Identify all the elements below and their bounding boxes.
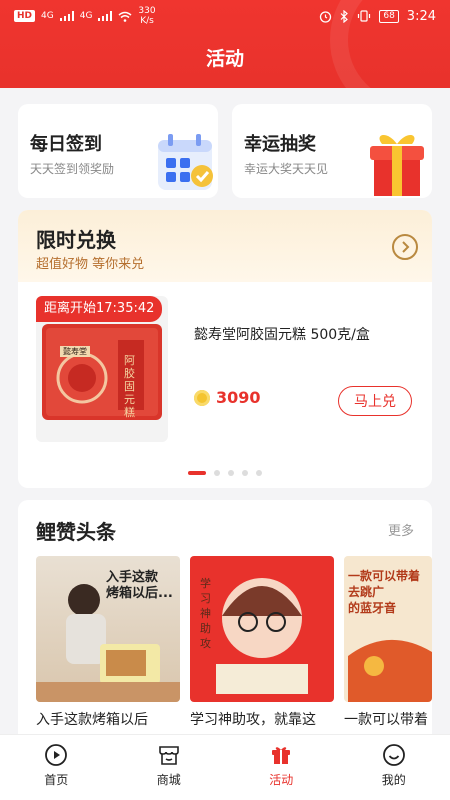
lucky-draw-subtitle: 幸运大奖天天见 [244,162,329,176]
calendar-check-icon [158,134,213,190]
status-bar: HD 4G 4G 330 K/s 68 3:24 [0,0,450,32]
daily-checkin-subtitle: 天天签到领奖励 [30,162,115,176]
signal-bars-icon [59,11,74,21]
vibrate-icon [358,10,371,22]
carousel-dot[interactable] [214,470,220,476]
product-box-text: 阿胶固元糕 [124,354,135,419]
daily-checkin-card[interactable]: 每日签到 天天签到领奖励 [18,104,218,198]
carousel-indicator [18,470,432,476]
exchange-title: 限时兑换 [36,228,116,252]
product-price: 3090 [194,388,261,407]
news-thumbnail: 一款可以带着 去跳广 的蓝牙音 [344,556,432,702]
price-value: 3090 [216,388,261,407]
news-thumb-text: 一款可以带着 去跳广 的蓝牙音 [348,569,421,615]
news-item[interactable]: 学习神助攻 学习神助攻，就靠这 [190,556,334,730]
tab-mall-label: 商城 [156,773,181,787]
tab-mine[interactable]: 我的 [338,735,450,800]
daily-checkin-title: 每日签到 [30,134,102,155]
news-section-title: 鲤赞头条 [36,520,116,544]
news-caption: 一款可以带着 [344,712,428,728]
bottom-tab-bar: 首页 商城 活动 我的 [0,734,450,800]
carousel-dot-active[interactable] [188,471,206,475]
gift-icon [272,747,291,764]
lucky-draw-title: 幸运抽奖 [244,134,316,155]
news-caption: 入手这款烤箱以后 [36,712,148,728]
product-name[interactable]: 懿寿堂阿胶固元糕 500克/盒 [194,324,370,344]
redeem-button[interactable]: 马上兑 [338,386,412,416]
tab-mall[interactable]: 商城 [113,735,226,800]
exchange-subtitle: 超值好物 等你来兑 [36,257,145,272]
carousel-dot[interactable] [228,470,234,476]
signal-bars-icon [98,11,113,21]
network-speed: 330 K/s [138,6,156,26]
news-caption: 学习神助攻，就靠这 [190,712,316,728]
limited-exchange-card: 限时兑换 超值好物 等你来兑 懿寿堂 阿胶固元糕 距离开始17:35:42 懿寿… [18,210,432,488]
shop-icon [158,746,179,765]
tab-activity-label: 活动 [269,773,294,787]
product-box-label: 懿寿堂 [60,346,90,357]
tab-home[interactable]: 首页 [0,735,113,800]
news-more-link[interactable]: 更多 [388,520,414,539]
news-thumb-text: 学习神助攻 [200,577,211,650]
tab-mine-label: 我的 [381,773,406,787]
smile-icon [382,744,405,766]
coin-icon [194,389,210,406]
tab-home-label: 首页 [44,773,69,787]
news-section: 鲤赞头条 更多 入手这款 烤箱以后... 入手这款烤箱以后 学习神助攻 学习神助… [18,500,432,734]
news-thumb-text: 入手这款 烤箱以后... [106,570,173,601]
page-title: 活动 [205,48,244,70]
wifi-icon [118,11,132,22]
play-circle-icon [45,744,68,766]
exchange-header: 限时兑换 超值好物 等你来兑 [18,210,432,282]
carousel-dot[interactable] [256,470,262,476]
news-thumbnail: 入手这款 烤箱以后... [36,556,180,702]
battery-indicator: 68 [379,9,399,23]
lucky-draw-card[interactable]: 幸运抽奖 幸运大奖天天见 [232,104,432,198]
countdown-badge: 距离开始17:35:42 [36,296,163,322]
network-badge: HD [14,10,36,22]
app-header: HD 4G 4G 330 K/s 68 3:24 活动 [0,0,450,88]
news-item[interactable]: 一款可以带着 去跳广 的蓝牙音 一款可以带着 [344,556,432,730]
carousel-dot[interactable] [242,470,248,476]
bluetooth-icon [340,9,349,23]
exchange-more-button[interactable] [392,234,418,260]
signal-1-label: 4G [41,11,54,21]
chevron-right-icon [402,241,410,253]
tab-activity[interactable]: 活动 [225,735,338,800]
alarm-icon [320,10,332,23]
news-thumbnail: 学习神助攻 [190,556,334,702]
news-item[interactable]: 入手这款 烤箱以后... 入手这款烤箱以后 [36,556,180,730]
signal-2-label: 4G [79,11,93,21]
clock-time: 3:24 [406,8,436,24]
gift-box-icon [370,134,424,196]
